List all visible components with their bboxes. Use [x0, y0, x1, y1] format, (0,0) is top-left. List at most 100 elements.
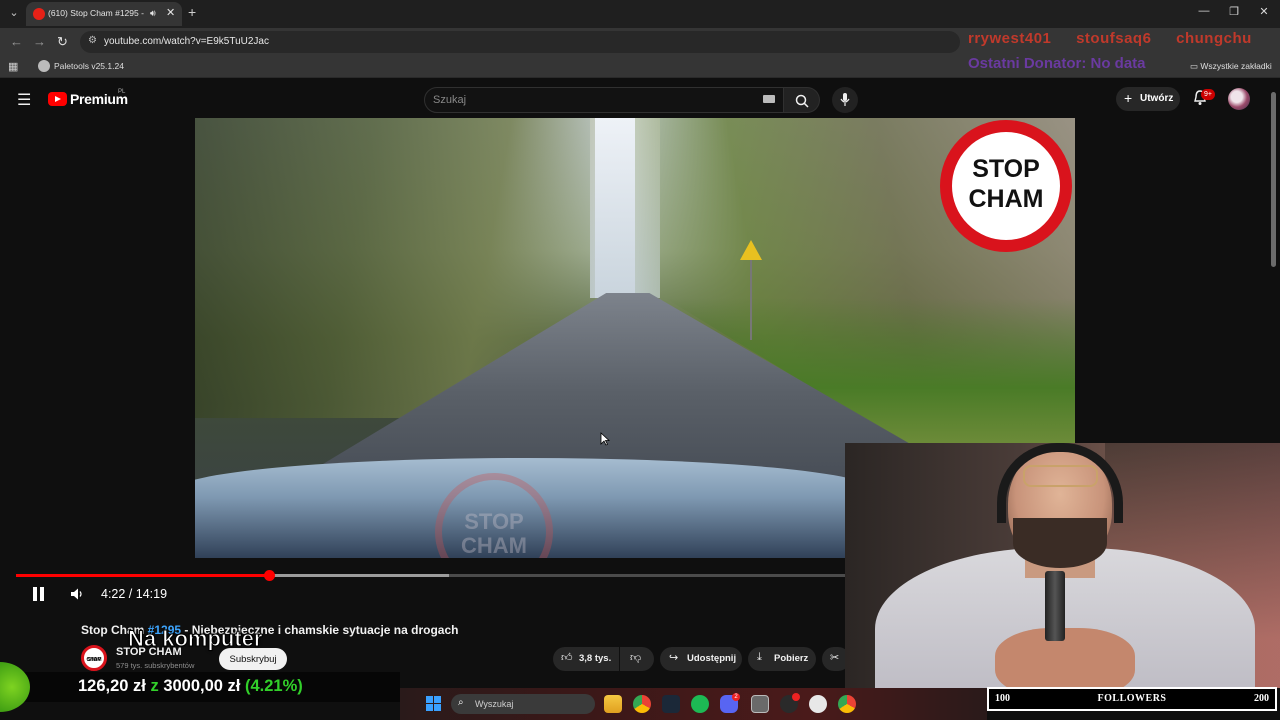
search-button[interactable]	[784, 87, 820, 113]
windows-start-icon[interactable]	[426, 696, 442, 712]
paint-icon[interactable]	[751, 695, 769, 713]
subscribe-label: Subskrybuj	[229, 654, 277, 665]
youtube-favicon-icon	[33, 8, 45, 20]
url-input[interactable]: ⚙ youtube.com/watch?v=E9k5TuU2Jac	[80, 31, 960, 53]
volume-icon[interactable]	[70, 587, 84, 601]
last-donator-label: Ostatni Donator: No data	[968, 55, 1146, 72]
share-icon: ↪	[669, 652, 679, 664]
youtube-header: ☰ Premium PL + Utwórz 9+	[0, 80, 1280, 118]
donation-percent: (4.21%)	[244, 677, 303, 695]
mouse-cursor-icon	[600, 432, 610, 446]
maximize-icon[interactable]: ❐	[1226, 5, 1242, 18]
all-bookmarks-link[interactable]: ▭ Wszystkie zakładki	[1190, 61, 1272, 72]
steam-icon[interactable]	[662, 695, 680, 713]
road-sign-pole	[750, 260, 752, 340]
dislike-button[interactable]: 👎︎	[620, 647, 654, 671]
youtube-logo-icon[interactable]	[48, 92, 67, 106]
donation-goal-text: 126,20 zł z 3000,00 zł (4.21%)	[78, 677, 303, 696]
plus-icon: +	[1124, 90, 1133, 106]
page-scrollbar[interactable]	[1271, 92, 1276, 267]
logo-line-1: STOP	[972, 155, 1040, 183]
pause-icon[interactable]	[31, 586, 47, 602]
vape-device	[1045, 571, 1065, 641]
like-count: 3,8 tys.	[579, 653, 612, 664]
chrome-alt-icon[interactable]	[838, 695, 856, 713]
thumbs-up-icon: 👍︎	[561, 652, 573, 664]
like-button[interactable]: 👍︎ 3,8 tys.	[553, 647, 619, 671]
apps-grid-icon[interactable]: ▦	[8, 60, 18, 73]
stop-cham-logo: STOP CHAM	[940, 120, 1072, 252]
obs-badge	[792, 693, 800, 701]
all-bookmarks-label: Wszystkie zakładki	[1200, 61, 1272, 71]
reload-icon[interactable]: ↻	[57, 34, 68, 50]
followers-goal-bar: FOLLOWERS 100 200	[987, 687, 1277, 711]
donation-current: 126,20 zł	[78, 677, 146, 695]
followers-min: 100	[995, 693, 1010, 704]
taskbar-search-icon: ⌕	[458, 697, 464, 708]
channel-avatar[interactable]: STOP CHAM	[81, 645, 107, 671]
progress-scrubber[interactable]	[264, 570, 276, 581]
followers-label: FOLLOWERS	[1097, 693, 1167, 704]
logo-line-2: CHAM	[968, 185, 1044, 213]
site-info-icon[interactable]: ⚙	[88, 35, 97, 46]
tab-audio-icon[interactable]: 🔊︎	[150, 8, 156, 19]
notifications-badge: 9+	[1201, 89, 1215, 100]
donation-progress-circle	[0, 662, 30, 712]
thumbs-down-icon: 👎︎	[630, 652, 642, 664]
share-label: Udostępnij	[687, 653, 737, 664]
channel-subscribers: 579 tys. subskrybentów	[116, 661, 195, 670]
region-code: PL	[118, 89, 126, 95]
scissors-icon: ✂	[830, 652, 840, 664]
webcam-person-beard	[1013, 518, 1107, 568]
new-tab-icon[interactable]: +	[188, 4, 196, 20]
stream-caption: Na komputer	[127, 626, 263, 652]
glasses	[1023, 465, 1098, 487]
webcam-person-hands	[995, 628, 1135, 688]
voice-search-button[interactable]	[832, 87, 858, 113]
progress-played	[16, 574, 270, 577]
account-avatar[interactable]	[1228, 88, 1250, 110]
download-icon: ⤓	[757, 651, 762, 663]
taskbar-search[interactable]: ⌕ Wyszukaj	[451, 694, 595, 714]
bookmark-favicon-icon	[38, 60, 50, 72]
forward-icon[interactable]: →	[33, 34, 46, 49]
download-button[interactable]: ⤓ Pobierz	[748, 647, 816, 671]
spotify-icon[interactable]	[691, 695, 709, 713]
search-icon	[795, 94, 809, 108]
tab-close-icon[interactable]: ✕	[166, 6, 175, 19]
screen: ⌄ (610) Stop Cham #1295 - N 🔊︎ ✕ + — ❐ ✕…	[0, 0, 1280, 720]
video-time: 4:22 / 14:19	[101, 587, 168, 601]
menu-icon[interactable]: ☰	[17, 90, 31, 110]
browser-tab-bar: ⌄ (610) Stop Cham #1295 - N 🔊︎ ✕ + — ❐ ✕	[0, 0, 1280, 28]
chrome-icon[interactable]	[633, 695, 651, 713]
ticker-name: chungchu	[1176, 30, 1252, 47]
app-icon[interactable]	[809, 695, 827, 713]
search-box[interactable]	[424, 87, 784, 113]
ticker-name: rrywest401	[968, 30, 1052, 47]
bookmark-paletools[interactable]: Paletools v25.1.24	[54, 61, 124, 71]
taskbar-search-placeholder: Wyszukaj	[475, 699, 514, 709]
watermark-line-2: CHAM	[461, 533, 527, 558]
url-text: youtube.com/watch?v=E9k5TuU2Jac	[104, 36, 269, 47]
donation-connector: z	[150, 677, 159, 695]
window-close-icon[interactable]: ✕	[1256, 5, 1272, 18]
followers-max: 200	[1254, 693, 1269, 704]
share-button[interactable]: ↪ Udostępnij	[660, 647, 742, 671]
discord-badge: 2	[732, 693, 740, 701]
create-label: Utwórz	[1140, 93, 1174, 104]
streamer-webcam	[845, 443, 1280, 688]
browser-tab-active[interactable]: (610) Stop Cham #1295 - N 🔊︎ ✕	[26, 2, 182, 26]
stream-names-ticker: rrywest401 stoufsaq6 chungchu	[968, 30, 1272, 47]
tab-search-icon[interactable]: ⌄	[6, 5, 22, 21]
donation-goal: 3000,00 zł	[163, 677, 241, 695]
create-button[interactable]: + Utwórz	[1116, 87, 1180, 111]
search-input[interactable]	[433, 91, 733, 109]
ticker-name: stoufsaq6	[1076, 30, 1152, 47]
file-explorer-icon[interactable]	[604, 695, 622, 713]
tab-title: (610) Stop Cham #1295 - N	[48, 8, 144, 18]
download-label: Pobierz	[774, 653, 809, 664]
keyboard-icon[interactable]	[763, 95, 775, 103]
minimize-icon[interactable]: —	[1196, 5, 1212, 17]
back-icon[interactable]: ←	[10, 34, 23, 49]
channel-avatar-line-2: CHAM	[86, 657, 102, 663]
